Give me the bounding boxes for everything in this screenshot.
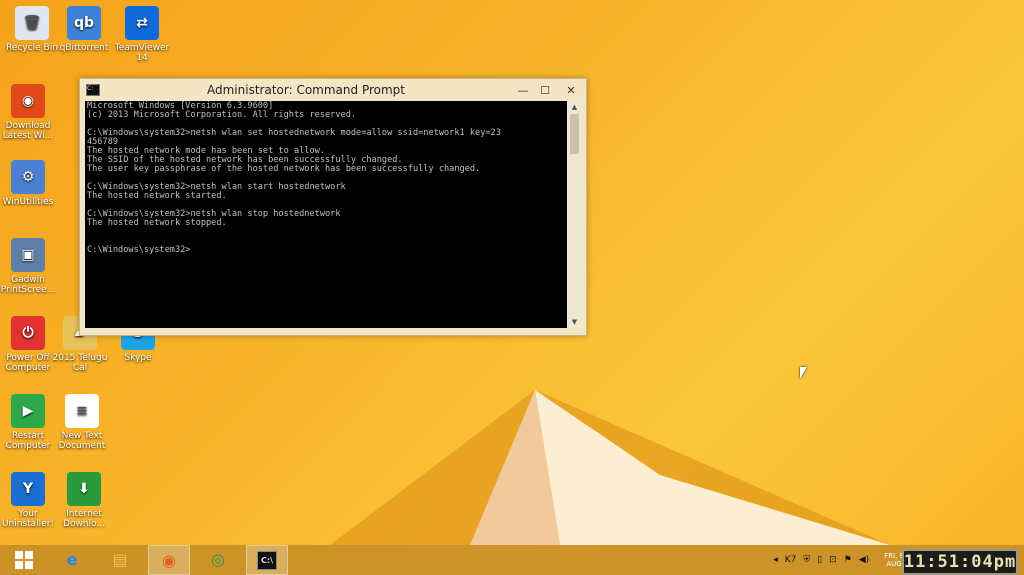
desktop-icon-label: Restart Computer	[5, 431, 51, 451]
desktop-icon-gadwin[interactable]: ▣ Gadwin PrintScree...	[0, 238, 56, 295]
explorer-button[interactable]: ▤	[100, 545, 140, 573]
file-explorer-icon: ▤	[112, 549, 128, 569]
desktop-icon-uninstaller[interactable]: Y Your Uninstaller!	[0, 472, 56, 529]
command-prompt-window[interactable]: C: Administrator: Command Prompt — ☐ ✕ M…	[79, 78, 587, 336]
firefox-button[interactable]: ◉	[148, 545, 190, 575]
desktop-icon-label: TeamViewer 14	[114, 43, 170, 63]
desktop-icon-label: Recycle Bin	[6, 43, 58, 53]
system-tray: ◂ K7 ⛨ ▯ ⊡ ⚑ ◀) FRI, 9 AUG	[773, 545, 904, 575]
qbittorrent-icon: qb	[67, 6, 101, 40]
desktop-icon-restart[interactable]: ▶ Restart Computer	[0, 394, 56, 451]
power-off-icon: ⏻	[11, 316, 45, 350]
clock-time: 11:51:04pm	[903, 552, 1017, 572]
tray-flag-icon[interactable]: ⚑	[844, 555, 852, 565]
taskbar-pinned-apps: e ▤ ◉ ◎ C:\	[52, 545, 296, 575]
tray-volume-icon[interactable]: ◀)	[859, 555, 869, 565]
console-line: C:\Windows\system32>	[87, 245, 191, 255]
desktop-icon-text-document[interactable]: ≡ New Text Document	[54, 394, 110, 451]
desktop-icon-label: Gadwin PrintScree...	[0, 275, 56, 295]
idm-icon: ⬇	[67, 472, 101, 506]
tray-network-icon[interactable]: ⊡	[829, 555, 837, 565]
text-document-icon: ≡	[65, 394, 99, 428]
window-titlebar[interactable]: C: Administrator: Command Prompt — ☐ ✕	[80, 79, 586, 101]
close-button[interactable]: ✕	[556, 81, 586, 99]
chrome-button[interactable]: ◎	[198, 545, 238, 573]
scroll-down-arrow-icon[interactable]: ▼	[568, 316, 581, 328]
mouse-cursor-icon	[800, 367, 807, 379]
gadwin-icon: ▣	[11, 238, 45, 272]
desktop-icon-teamviewer[interactable]: ⇄ TeamViewer 14	[114, 6, 170, 63]
desktop-icon-firefox-download[interactable]: ◉ Download Latest Wi...	[0, 84, 56, 141]
internet-explorer-icon: e	[66, 549, 78, 569]
console-line: C:\Windows\system32>netsh wlan set hoste…	[87, 128, 501, 138]
wallpaper-shape	[330, 390, 890, 545]
restart-icon: ▶	[11, 394, 45, 428]
console-line: (c) 2013 Microsoft Corporation. All righ…	[87, 110, 357, 120]
start-button[interactable]	[4, 546, 44, 574]
desktop-icon-label: Power Off Computer	[5, 353, 51, 373]
recycle-bin-icon: 🗑	[15, 6, 49, 40]
vertical-scrollbar[interactable]: ▲ ▼	[568, 101, 581, 328]
tray-shield-icon[interactable]: ⛨	[803, 555, 810, 565]
cmd-button[interactable]: C:\	[246, 545, 288, 575]
ie-button[interactable]: e	[52, 545, 92, 573]
desktop-icon-label: New Text Document	[58, 431, 106, 451]
desktop-icon-label: Download Latest Wi...	[2, 121, 54, 141]
firefox-download-icon: ◉	[11, 84, 45, 118]
console-output[interactable]: Microsoft Windows [Version 6.3.9600] (c) …	[85, 101, 567, 328]
desktop-icon-label: WinUtilities	[2, 197, 54, 207]
desktop-icon-label: qBittorrent	[59, 43, 109, 53]
teamviewer-icon: ⇄	[125, 6, 159, 40]
console-line: The user key passphrase of the hosted ne…	[87, 164, 481, 174]
uninstaller-icon: Y	[11, 472, 45, 506]
minimize-button[interactable]: —	[512, 81, 534, 99]
firefox-icon: ◉	[162, 550, 176, 570]
window-title: Administrator: Command Prompt	[207, 83, 405, 97]
desktop-icon-power-off[interactable]: ⏻ Power Off Computer	[0, 316, 56, 373]
command-prompt-icon: C:\	[257, 550, 277, 570]
desktop-icon-recycle-bin[interactable]: 🗑 Recycle Bin	[4, 6, 60, 53]
desktop-icon-winutilities[interactable]: ⚙ WinUtilities	[0, 160, 56, 207]
windows-start-icon	[15, 551, 33, 569]
cmd-window-icon[interactable]: C:	[86, 84, 100, 96]
console-line: The hosted network started.	[87, 191, 227, 201]
console-line: The hosted network stopped.	[87, 218, 227, 228]
chrome-icon: ◎	[211, 549, 225, 569]
maximize-button[interactable]: ☐	[534, 81, 556, 99]
desktop-icon-qbittorrent[interactable]: qb qBittorrent	[56, 6, 112, 53]
scroll-up-arrow-icon[interactable]: ▲	[568, 101, 581, 113]
desktop-clock[interactable]: 11:51:04pm	[902, 549, 1018, 575]
tray-device-icon[interactable]: ▯	[817, 555, 822, 565]
desktop-icon-label: Internet Downlo...	[63, 509, 105, 529]
desktop-icon-label: Skype	[124, 353, 152, 363]
winutilities-icon: ⚙	[11, 160, 45, 194]
tray-k7-icon[interactable]: K7	[785, 555, 797, 565]
tray-chevron-icon[interactable]: ◂	[773, 555, 778, 565]
desktop-icon-label: 2015 Telugu Cal	[52, 353, 108, 373]
desktop-icon-label: Your Uninstaller!	[1, 509, 55, 529]
desktop-icon-idm[interactable]: ⬇ Internet Downlo...	[56, 472, 112, 529]
taskbar: e ▤ ◉ ◎ C:\ ◂ K7 ⛨ ▯ ⊡ ⚑ ◀) FRI, 9 AUG 11:51…	[0, 545, 1024, 575]
scrollbar-thumb[interactable]	[570, 114, 579, 154]
